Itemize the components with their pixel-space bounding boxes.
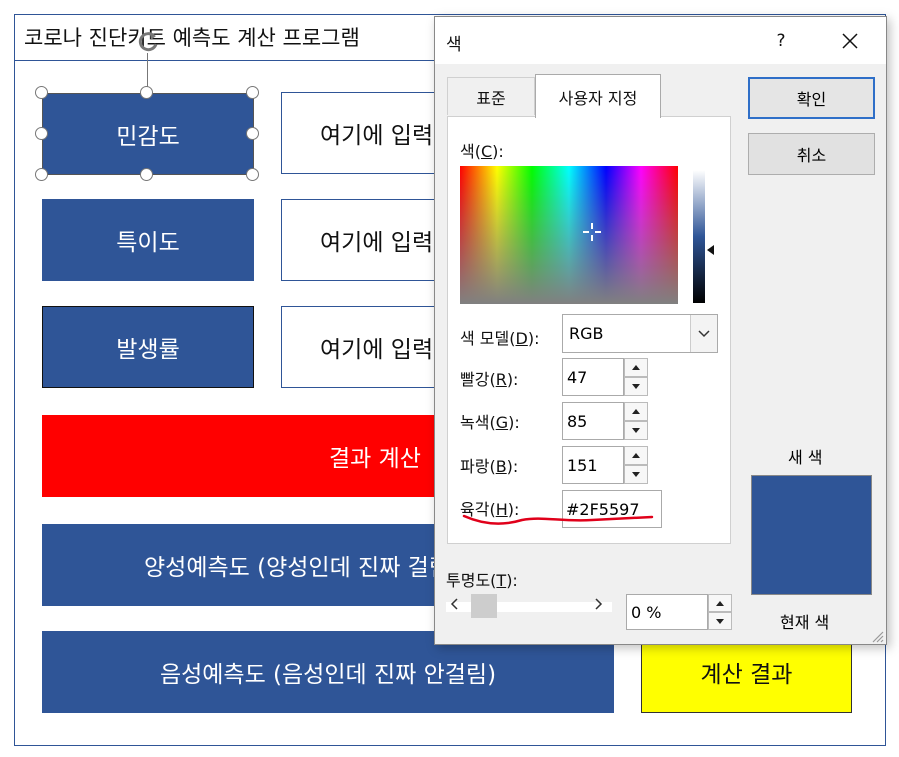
luminance-pointer-icon[interactable]	[707, 245, 714, 255]
resize-grip-icon[interactable]	[870, 628, 884, 643]
calculate-button[interactable]: 결과 계산	[42, 415, 462, 497]
green-spinner[interactable]: 85	[562, 402, 648, 440]
help-button[interactable]: ?	[748, 20, 814, 62]
rotate-handle-icon[interactable]	[134, 28, 162, 56]
dialog-title: 색	[446, 35, 462, 55]
chevron-left-icon[interactable]	[450, 598, 460, 614]
sensitivity-input[interactable]: 여기에 입력	[281, 92, 451, 174]
resize-handle-right[interactable]	[246, 127, 259, 140]
red-down-button[interactable]	[624, 377, 648, 396]
blue-input[interactable]: 151	[562, 446, 624, 484]
resize-handle-br[interactable]	[246, 168, 259, 181]
crosshair-icon[interactable]	[583, 223, 601, 241]
cancel-button[interactable]: 취소	[748, 133, 875, 175]
luminance-bar[interactable]	[693, 170, 705, 303]
tab-standard[interactable]: 표준	[447, 77, 535, 115]
ok-button[interactable]: 확인	[748, 77, 875, 119]
red-up-button[interactable]	[624, 358, 648, 377]
resize-handle-left[interactable]	[35, 127, 48, 140]
model-label: 색 모델(D):	[460, 329, 540, 348]
specificity-input[interactable]: 여기에 입력	[281, 199, 451, 281]
red-label: 빨강(R):	[460, 370, 519, 389]
transparency-label: 투명도(T):	[446, 571, 518, 590]
sensitivity-label-box[interactable]: 민감도	[42, 93, 254, 175]
chevron-right-icon[interactable]	[593, 598, 603, 614]
color-model-value: RGB	[569, 324, 604, 343]
specificity-label-box[interactable]: 특이도	[42, 199, 254, 281]
resize-handle-tl[interactable]	[35, 86, 48, 99]
resize-handle-top[interactable]	[140, 86, 153, 99]
transparency-slider-thumb[interactable]	[471, 594, 497, 618]
ppv-box[interactable]: 양성예측도 (양성인데 진짜 걸림)	[42, 524, 462, 606]
prevalence-label-box[interactable]: 발생률	[42, 306, 254, 388]
slide-title[interactable]: 코로나 진단키트 예측도 계산 프로그램	[24, 22, 360, 52]
color-spectrum[interactable]	[460, 166, 678, 304]
red-spinner[interactable]: 47	[562, 358, 648, 396]
green-up-button[interactable]	[624, 402, 648, 421]
red-input[interactable]: 47	[562, 358, 624, 396]
transparency-down-button[interactable]	[708, 612, 732, 630]
tab-custom[interactable]: 사용자 지정	[535, 74, 661, 118]
resize-handle-bottom[interactable]	[140, 168, 153, 181]
close-icon	[842, 33, 858, 49]
green-input[interactable]: 85	[562, 402, 624, 440]
chevron-down-icon[interactable]	[690, 315, 717, 352]
resize-handle-tr[interactable]	[246, 86, 259, 99]
green-label: 녹색(G):	[460, 413, 520, 432]
color-field-label: 색(C):	[460, 142, 504, 161]
transparency-input[interactable]: 0 %	[626, 594, 708, 630]
transparency-up-button[interactable]	[708, 594, 732, 612]
transparency-spinner[interactable]: 0 %	[626, 594, 732, 630]
blue-spinner[interactable]: 151	[562, 446, 648, 484]
prevalence-input[interactable]: 여기에 입력	[281, 306, 451, 388]
blue-down-button[interactable]	[624, 465, 648, 484]
new-color-label: 새 색	[788, 448, 823, 467]
color-preview-swatch	[751, 475, 872, 595]
close-button[interactable]	[816, 20, 884, 62]
current-color-label: 현재 색	[780, 613, 830, 632]
green-down-button[interactable]	[624, 421, 648, 440]
blue-up-button[interactable]	[624, 446, 648, 465]
red-annotation-underline	[462, 508, 654, 528]
blue-label: 파랑(B):	[460, 457, 519, 476]
resize-handle-bl[interactable]	[35, 168, 48, 181]
